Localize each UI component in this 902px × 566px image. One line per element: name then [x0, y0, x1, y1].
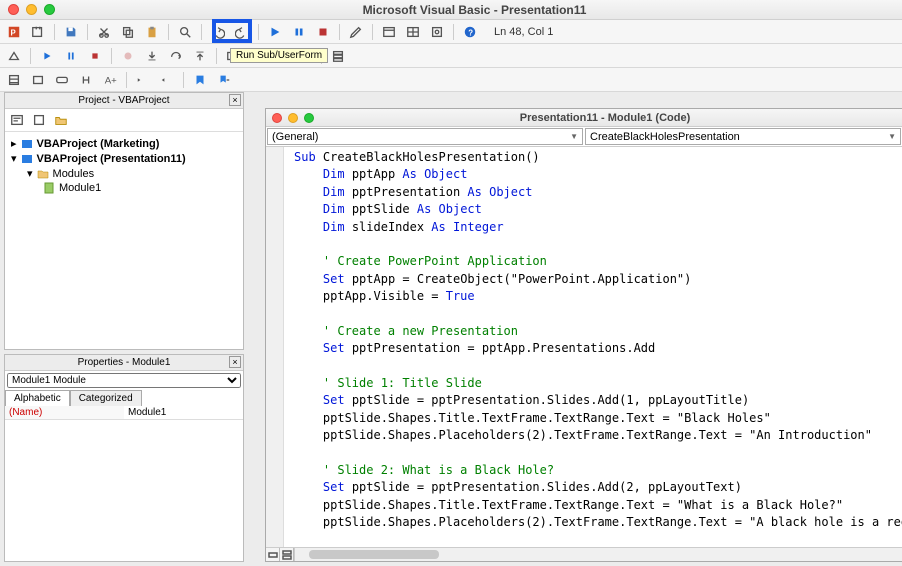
procedure-view-icon[interactable] — [266, 548, 280, 561]
view-object-icon[interactable] — [31, 112, 47, 128]
object-browser-icon[interactable] — [427, 22, 447, 42]
powerpoint-icon[interactable]: P — [4, 22, 24, 42]
svg-text:A+: A+ — [105, 75, 117, 86]
code-window: Presentation11 - Module1 (Code) (General… — [265, 108, 902, 562]
project-tree: ▸ VBAProject (Marketing) ▾ VBAProject (P… — [5, 132, 243, 349]
next-bookmark-icon[interactable] — [214, 70, 234, 90]
close-window-button[interactable] — [8, 4, 19, 15]
indent-icon[interactable] — [133, 70, 153, 90]
close-code-window[interactable] — [272, 113, 282, 123]
prop-name-value[interactable]: Module1 — [124, 406, 243, 419]
design-mode-icon[interactable] — [346, 22, 366, 42]
close-panel-icon[interactable]: × — [229, 94, 241, 106]
zoom-window-button[interactable] — [44, 4, 55, 15]
object-dropdown[interactable]: (General)▼ — [267, 128, 583, 145]
parameter-info-icon[interactable] — [76, 70, 96, 90]
full-module-view-icon[interactable] — [280, 548, 294, 561]
step-over-icon[interactable] — [166, 46, 186, 66]
copy-icon[interactable] — [118, 22, 138, 42]
toolbar-main: P ? Ln 48, Col 1 — [0, 20, 902, 44]
collapse-icon[interactable]: ▾ — [11, 152, 17, 165]
cursor-position: Ln 48, Col 1 — [484, 26, 553, 38]
close-panel-icon[interactable]: × — [229, 356, 241, 368]
svg-text:P: P — [11, 28, 16, 37]
project-panel-title: Project - VBAProject × — [5, 93, 243, 109]
traffic-lights — [8, 4, 55, 15]
code-gutter — [266, 147, 284, 547]
toggle-folders-icon[interactable] — [53, 112, 69, 128]
project-explorer-icon[interactable] — [379, 22, 399, 42]
tab-categorized[interactable]: Categorized — [70, 390, 142, 406]
expand-icon[interactable]: ▸ — [11, 137, 17, 150]
code-window-title: Presentation11 - Module1 (Code) — [314, 112, 896, 124]
horizontal-scrollbar[interactable] — [294, 548, 902, 561]
insert-module-icon[interactable] — [28, 22, 48, 42]
quick-info-icon[interactable] — [52, 70, 72, 90]
svg-text:?: ? — [468, 28, 473, 37]
stop-small-icon[interactable] — [85, 46, 105, 66]
list-properties-icon[interactable] — [4, 70, 24, 90]
find-icon[interactable] — [175, 22, 195, 42]
project-node-presentation11[interactable]: ▾ VBAProject (Presentation11) — [11, 151, 237, 166]
object-selector[interactable]: Module1 Module — [7, 373, 241, 388]
modules-folder[interactable]: ▾ Modules — [27, 166, 237, 181]
view-code-icon[interactable] — [9, 112, 25, 128]
toolbar-edit: A+ — [0, 68, 902, 92]
run-small-icon[interactable] — [37, 46, 57, 66]
complete-word-icon[interactable]: A+ — [100, 70, 120, 90]
outdent-icon[interactable] — [157, 70, 177, 90]
properties-window-icon[interactable] — [403, 22, 423, 42]
zoom-code-window[interactable] — [304, 113, 314, 123]
reset-icon[interactable] — [313, 22, 333, 42]
break-icon[interactable] — [289, 22, 309, 42]
step-into-icon[interactable] — [142, 46, 162, 66]
run-icon[interactable] — [265, 22, 285, 42]
project-toolbar — [5, 109, 243, 132]
redo-icon[interactable] — [232, 22, 252, 42]
list-constants-icon[interactable] — [28, 70, 48, 90]
save-icon[interactable] — [61, 22, 81, 42]
paste-icon[interactable] — [142, 22, 162, 42]
step-out-icon[interactable] — [190, 46, 210, 66]
minimize-code-window[interactable] — [288, 113, 298, 123]
minimize-window-button[interactable] — [26, 4, 37, 15]
compile-icon[interactable] — [4, 46, 24, 66]
property-tabs: Alphabetic Categorized — [5, 390, 243, 406]
properties-panel: Properties - Module1 × Module1 Module Al… — [4, 354, 244, 562]
toggle-breakpoint-icon[interactable] — [118, 46, 138, 66]
call-stack-icon[interactable] — [328, 46, 348, 66]
undo-icon[interactable] — [208, 22, 228, 42]
help-icon[interactable]: ? — [460, 22, 480, 42]
code-window-footer — [266, 547, 902, 561]
collapse-icon[interactable]: ▾ — [27, 167, 33, 180]
cut-icon[interactable] — [94, 22, 114, 42]
window-title: Microsoft Visual Basic - Presentation11 — [55, 3, 894, 17]
procedure-dropdown[interactable]: CreateBlackHolesPresentation▼ — [585, 128, 901, 145]
property-grid: (Name) Module1 — [5, 406, 243, 561]
code-window-titlebar: Presentation11 - Module1 (Code) — [266, 109, 902, 127]
tab-alphabetic[interactable]: Alphabetic — [5, 390, 70, 406]
toggle-bookmark-icon[interactable] — [190, 70, 210, 90]
toolbar-debug — [0, 44, 902, 68]
project-node-marketing[interactable]: ▸ VBAProject (Marketing) — [11, 136, 237, 151]
properties-panel-title: Properties - Module1 × — [5, 355, 243, 371]
module1-node[interactable]: Module1 — [43, 181, 237, 195]
code-editor[interactable]: Sub CreateBlackHolesPresentation() Dim p… — [266, 147, 902, 547]
project-explorer-panel: Project - VBAProject × ▸ VBAProject (Mar… — [4, 92, 244, 350]
window-titlebar: Microsoft Visual Basic - Presentation11 — [0, 0, 902, 20]
run-tooltip: Run Sub/UserForm — [230, 48, 328, 63]
pause-small-icon[interactable] — [61, 46, 81, 66]
prop-name-label: (Name) — [5, 406, 124, 419]
